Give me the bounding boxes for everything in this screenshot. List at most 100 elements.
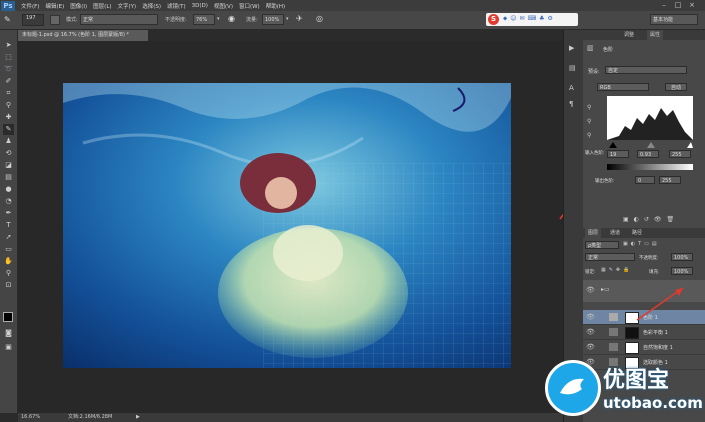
foreground-color-swatch[interactable] — [3, 312, 13, 322]
history-icon[interactable]: ▤ — [569, 64, 576, 72]
path-select-tool-icon[interactable]: ➚ — [3, 232, 14, 243]
tools-panel: ➤ ⬚ ➰ ✐ ⌗ ⚲ ✚ ✎ ♟ ⟲ ◪ ▤ ● ◔ ✒ T ➚ ▭ ✋ ⚲ … — [0, 30, 18, 413]
mode-label: 模式: — [66, 17, 78, 23]
menu-view[interactable]: 视图(V) — [214, 2, 233, 10]
output-white-field[interactable]: 255 — [659, 176, 681, 184]
blend-mode-select[interactable]: 正常 — [585, 253, 635, 261]
tab-layers[interactable]: 图层 — [585, 228, 602, 238]
layer-adjustment-icon — [609, 313, 618, 321]
blur-tool-icon[interactable]: ● — [3, 184, 14, 195]
tab-adjustments[interactable]: 调整 — [621, 30, 637, 40]
maximize-icon[interactable]: □ — [674, 1, 682, 9]
layer-filter-icons[interactable]: ▣◐T▭▤ — [623, 241, 693, 249]
default-colors-icon[interactable]: ⊡ — [3, 280, 14, 291]
quick-select-tool-icon[interactable]: ✐ — [3, 76, 14, 87]
eyedropper-tool-icon[interactable]: ⚲ — [3, 100, 14, 111]
auto-button[interactable]: 自动 — [665, 83, 687, 91]
status-menu-icon[interactable]: ▶ — [136, 413, 140, 422]
properties-footer-icons[interactable]: ▣◐↺👁🗑 — [623, 216, 703, 226]
close-icon[interactable]: × — [688, 1, 696, 9]
group-eye-icon[interactable]: 👁 — [586, 286, 595, 294]
menu-select[interactable]: 选择(S) — [142, 2, 161, 10]
shape-tool-icon[interactable]: ▭ — [3, 244, 14, 255]
zoom-level[interactable]: 16.67% — [21, 413, 40, 422]
layer-adjustment-icon — [609, 343, 618, 351]
preset-select[interactable]: 自定 — [605, 66, 687, 74]
layer-eye-icon[interactable]: 👁 — [586, 313, 595, 321]
opacity-input[interactable]: 76% — [193, 14, 215, 25]
gradient-tool-icon[interactable]: ▤ — [3, 172, 14, 183]
layer-mask-thumbnail[interactable] — [625, 327, 639, 339]
airbrush-icon[interactable]: ✈ — [296, 14, 308, 26]
eyedropper-black-icon[interactable]: ⚲ — [587, 104, 591, 111]
flow-input[interactable]: 100% — [262, 14, 284, 25]
menu-type[interactable]: 文字(Y) — [118, 2, 137, 10]
zoom-tool-icon[interactable]: ⚲ — [3, 268, 14, 279]
ime-tool-icons[interactable]: ⬥☺✉⌨♣⚙ — [503, 15, 573, 24]
layer-opacity-input[interactable]: 100% — [671, 253, 693, 261]
layer-eye-icon[interactable]: 👁 — [586, 343, 595, 351]
tab-channels[interactable]: 通道 — [607, 228, 623, 238]
tab-paths[interactable]: 路径 — [629, 228, 645, 238]
menu-window[interactable]: 窗口(W) — [239, 2, 260, 10]
paragraph-icon[interactable]: ¶ — [569, 100, 573, 108]
eraser-tool-icon[interactable]: ◪ — [3, 160, 14, 171]
channel-select[interactable]: RGB — [597, 83, 649, 91]
crop-tool-icon[interactable]: ⌗ — [3, 88, 14, 99]
output-gradient — [607, 164, 693, 170]
fill-input[interactable]: 100% — [671, 267, 693, 275]
healing-brush-tool-icon[interactable]: ✚ — [3, 112, 14, 123]
pen-tool-icon[interactable]: ✒ — [3, 208, 14, 219]
hand-tool-icon[interactable]: ✋ — [3, 256, 14, 267]
layer-kind-filter[interactable]: ρ类型 — [585, 241, 619, 249]
menu-help[interactable]: 帮助(H) — [266, 2, 285, 10]
brush-panel-toggle-icon[interactable] — [50, 15, 60, 25]
move-tool-icon[interactable]: ➤ — [3, 40, 14, 51]
layer-adjustment-icon — [609, 328, 618, 336]
menu-file[interactable]: 文件(F) — [21, 2, 39, 10]
marquee-tool-icon[interactable]: ⬚ — [3, 52, 14, 63]
layer-mask-thumbnail[interactable] — [625, 342, 639, 354]
screen-mode-icon[interactable]: ▣ — [3, 342, 14, 353]
input-black-field[interactable]: 19 — [607, 150, 629, 158]
clone-stamp-tool-icon[interactable]: ♟ — [3, 136, 14, 147]
layer-eye-icon[interactable]: 👁 — [586, 328, 595, 336]
mode-select[interactable]: 正常 — [80, 14, 158, 25]
menu-edit[interactable]: 编辑(E) — [45, 2, 64, 10]
sogou-logo-icon[interactable]: S — [488, 14, 499, 25]
layer-row[interactable]: 👁 自然饱和度 1 — [583, 340, 705, 355]
dodge-tool-icon[interactable]: ◔ — [3, 196, 14, 207]
output-black-field[interactable]: 0 — [635, 176, 655, 184]
opacity-dropdown-icon[interactable]: ▾ — [217, 16, 223, 23]
input-white-field[interactable]: 255 — [669, 150, 691, 158]
opacity-label: 不透明度: — [165, 17, 187, 23]
menu-filter[interactable]: 滤镜(T) — [167, 2, 186, 10]
quick-mask-icon[interactable]: ◙ — [3, 328, 14, 339]
brush-tool-icon[interactable]: ✎ — [4, 15, 14, 25]
workspace-select[interactable]: 基本功能 — [650, 14, 698, 25]
lock-icons[interactable]: ▦✎✥🔒 — [601, 267, 641, 275]
character-icon[interactable]: A — [569, 84, 574, 92]
history-brush-tool-icon[interactable]: ⟲ — [3, 148, 14, 159]
input-mid-field[interactable]: 0.93 — [637, 150, 659, 158]
document-image[interactable] — [63, 83, 511, 368]
layer-row[interactable]: 👁 色彩平衡 1 — [583, 325, 705, 340]
menu-image[interactable]: 图像(I) — [70, 2, 87, 10]
play-icon[interactable]: ▶ — [569, 44, 574, 52]
pressure-opacity-icon[interactable]: ◉ — [228, 14, 240, 26]
brush-preset-picker[interactable]: 197 — [22, 14, 44, 26]
minimize-icon[interactable]: – — [660, 1, 668, 9]
document-tab[interactable]: 未标题-1.psd @ 16.7% (色阶 1, 图层蒙版/8) * — [18, 30, 148, 41]
tab-properties[interactable]: 属性 — [647, 30, 664, 40]
input-slider-track[interactable] — [607, 142, 693, 148]
eyedropper-gray-icon[interactable]: ⚲ — [587, 118, 591, 125]
lasso-tool-icon[interactable]: ➰ — [3, 64, 14, 75]
type-tool-icon[interactable]: T — [3, 220, 14, 231]
levels-icon: ▥ — [587, 44, 594, 52]
eyedropper-white-icon[interactable]: ⚲ — [587, 132, 591, 139]
pressure-size-icon[interactable]: ◎ — [316, 14, 328, 26]
brush-tool-icon-selected[interactable]: ✎ — [3, 124, 14, 135]
flow-dropdown-icon[interactable]: ▾ — [286, 16, 292, 23]
menu-3d[interactable]: 3D(D) — [192, 3, 208, 9]
menu-layer[interactable]: 图层(L) — [93, 2, 111, 10]
